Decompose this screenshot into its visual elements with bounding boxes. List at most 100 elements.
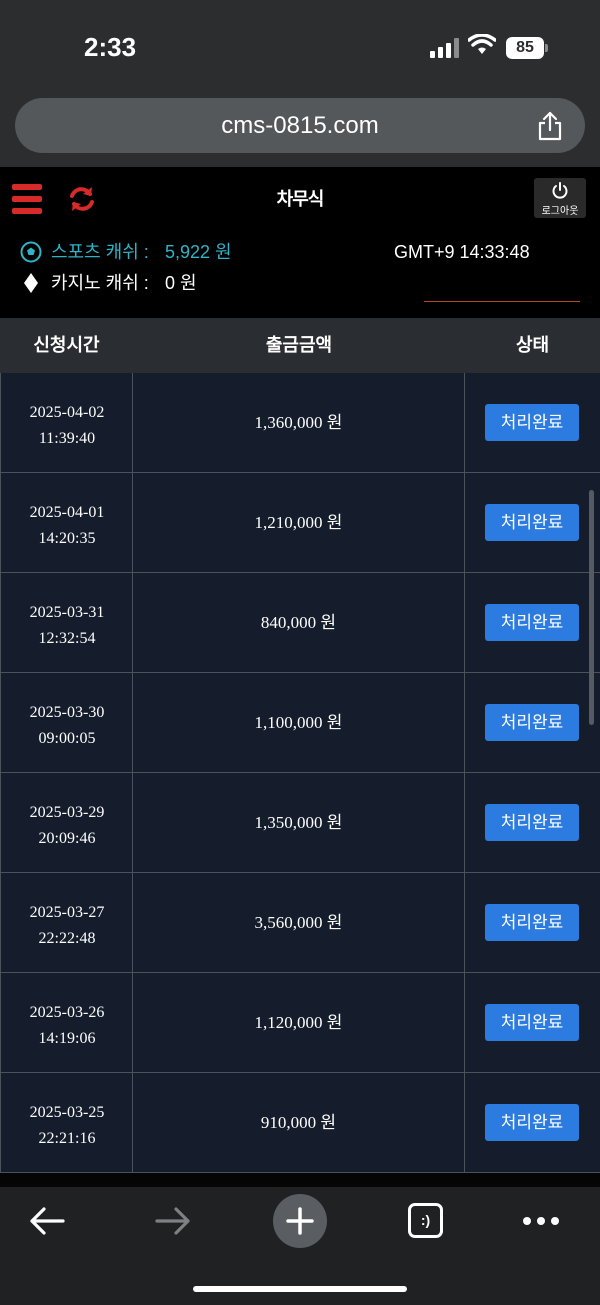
casino-cash-value: 0 원 [165, 273, 197, 293]
withdrawal-table-body[interactable]: 2025-04-02 11:39:40 1,360,000 원 처리완료 2025… [0, 373, 600, 1173]
column-header-status: 상태 [515, 335, 550, 355]
amount-cell: 1,100,000 원 [133, 673, 465, 773]
request-date: 2025-03-31 [29, 604, 105, 621]
status-cell: 처리완료 [465, 673, 600, 773]
status-cell: 처리완료 [465, 773, 600, 873]
request-time-cell: 2025-03-31 12:32:54 [0, 573, 133, 673]
withdrawal-amount: 3,560,000 원 [254, 913, 343, 932]
request-time: 12:32:54 [38, 630, 96, 647]
request-time: 09:00:05 [38, 730, 96, 747]
status-button[interactable]: 처리완료 [485, 904, 579, 941]
amount-cell: 1,350,000 원 [133, 773, 465, 873]
withdrawal-amount: 1,120,000 원 [254, 1013, 343, 1032]
browser-toolbar: :) [0, 1173, 600, 1305]
back-arrow-icon[interactable] [28, 1205, 66, 1237]
sports-cash-label: 스포츠 캐쉬 : [51, 242, 149, 262]
url-text[interactable]: cms-0815.com [15, 98, 585, 153]
sports-cash-value: 5,922 원 [165, 242, 232, 262]
site-logo[interactable]: 차무식 [270, 181, 330, 217]
server-clock: GMT+9 14:33:48 [394, 242, 530, 262]
request-date: 2025-03-30 [29, 704, 105, 721]
status-button[interactable]: 처리완료 [485, 1004, 579, 1041]
power-icon [552, 182, 568, 199]
status-cell: 처리완료 [465, 473, 600, 573]
withdrawal-table-header: 신청시간 출금금액 상태 [0, 318, 600, 373]
logout-button[interactable]: 로그아웃 [534, 178, 586, 218]
logout-label: 로그아웃 [541, 206, 579, 217]
table-row: 2025-03-31 12:32:54 840,000 원 처리완료 [0, 573, 600, 673]
status-cell: 처리완료 [465, 973, 600, 1073]
request-time-cell: 2025-03-30 09:00:05 [0, 673, 133, 773]
diamond-icon [24, 273, 38, 293]
request-date: 2025-03-25 [29, 1104, 105, 1121]
table-row: 2025-04-02 11:39:40 1,360,000 원 처리완료 [0, 373, 600, 473]
request-date: 2025-03-29 [29, 804, 105, 821]
amount-cell: 1,360,000 원 [133, 373, 465, 473]
request-date: 2025-04-01 [29, 504, 105, 521]
battery-icon: 85 [506, 37, 544, 59]
amount-cell: 910,000 원 [133, 1073, 465, 1173]
status-bar: 2:33 85 [0, 0, 600, 96]
status-cell: 처리완료 [465, 573, 600, 673]
cellular-signal-icon [430, 38, 460, 58]
request-time-cell: 2025-03-27 22:22:48 [0, 873, 133, 973]
site-header: 차무식 로그아웃 스포츠 캐쉬 : 5,922 원 카지노 캐쉬 : 0 원 G… [0, 167, 600, 318]
column-header-amount: 출금금액 [265, 335, 333, 355]
plus-icon [286, 1207, 314, 1235]
table-row: 2025-03-25 22:21:16 910,000 원 처리완료 [0, 1073, 600, 1173]
tabs-icon[interactable]: :) [408, 1203, 443, 1238]
request-time: 11:39:40 [38, 430, 96, 447]
withdrawal-amount: 1,210,000 원 [254, 513, 343, 532]
request-time: 14:19:06 [38, 1030, 96, 1047]
column-header-request-time: 신청시간 [33, 335, 100, 355]
table-row: 2025-03-26 14:19:06 1,120,000 원 처리완료 [0, 973, 600, 1073]
amount-cell: 840,000 원 [133, 573, 465, 673]
withdrawal-amount: 910,000 원 [260, 1113, 337, 1132]
scrollbar-thumb[interactable] [589, 490, 594, 725]
withdrawal-amount: 1,100,000 원 [254, 713, 343, 732]
request-time: 14:20:35 [38, 530, 96, 547]
table-row: 2025-03-27 22:22:48 3,560,000 원 처리완료 [0, 873, 600, 973]
amount-cell: 3,560,000 원 [133, 873, 465, 973]
address-bar[interactable]: cms-0815.com [15, 98, 585, 153]
request-time: 22:22:48 [38, 930, 96, 947]
table-row: 2025-03-30 09:00:05 1,100,000 원 처리완료 [0, 673, 600, 773]
forward-arrow-icon[interactable] [154, 1205, 192, 1237]
request-date: 2025-03-26 [29, 1004, 105, 1021]
battery-tip [545, 44, 548, 52]
status-button[interactable]: 처리완료 [485, 1104, 579, 1141]
request-date: 2025-03-27 [29, 904, 105, 921]
new-tab-button[interactable] [273, 1194, 327, 1248]
refresh-icon[interactable] [68, 185, 96, 213]
more-icon[interactable] [522, 1216, 560, 1226]
request-time: 20:09:46 [38, 830, 96, 847]
request-time-cell: 2025-03-26 14:19:06 [0, 973, 133, 1073]
soccer-ball-icon [20, 241, 42, 263]
status-cell: 처리완료 [465, 873, 600, 973]
request-time: 22:21:16 [38, 1130, 96, 1147]
withdrawal-amount: 1,360,000 원 [254, 413, 343, 432]
share-icon[interactable] [537, 111, 563, 141]
home-indicator[interactable] [193, 1286, 407, 1292]
withdrawal-amount: 840,000 원 [260, 613, 337, 632]
status-button[interactable]: 처리완료 [485, 604, 579, 641]
toolbar-top-strip [0, 1173, 600, 1187]
request-date: 2025-04-02 [29, 404, 105, 421]
request-time-cell: 2025-03-25 22:21:16 [0, 1073, 133, 1173]
status-button[interactable]: 처리완료 [485, 404, 579, 441]
header-divider [424, 301, 580, 302]
casino-cash-label: 카지노 캐쉬 : [51, 273, 149, 293]
status-time: 2:33 [84, 32, 137, 62]
table-row: 2025-03-29 20:09:46 1,350,000 원 처리완료 [0, 773, 600, 873]
menu-icon[interactable] [12, 184, 42, 214]
status-button[interactable]: 처리완료 [485, 804, 579, 841]
status-button[interactable]: 처리완료 [485, 704, 579, 741]
status-cell: 처리완료 [465, 1073, 600, 1173]
table-row: 2025-04-01 14:20:35 1,210,000 원 처리완료 [0, 473, 600, 573]
request-time-cell: 2025-04-02 11:39:40 [0, 373, 133, 473]
status-button[interactable]: 처리완료 [485, 504, 579, 541]
amount-cell: 1,120,000 원 [133, 973, 465, 1073]
request-time-cell: 2025-03-29 20:09:46 [0, 773, 133, 873]
wifi-icon [468, 34, 496, 54]
request-time-cell: 2025-04-01 14:20:35 [0, 473, 133, 573]
